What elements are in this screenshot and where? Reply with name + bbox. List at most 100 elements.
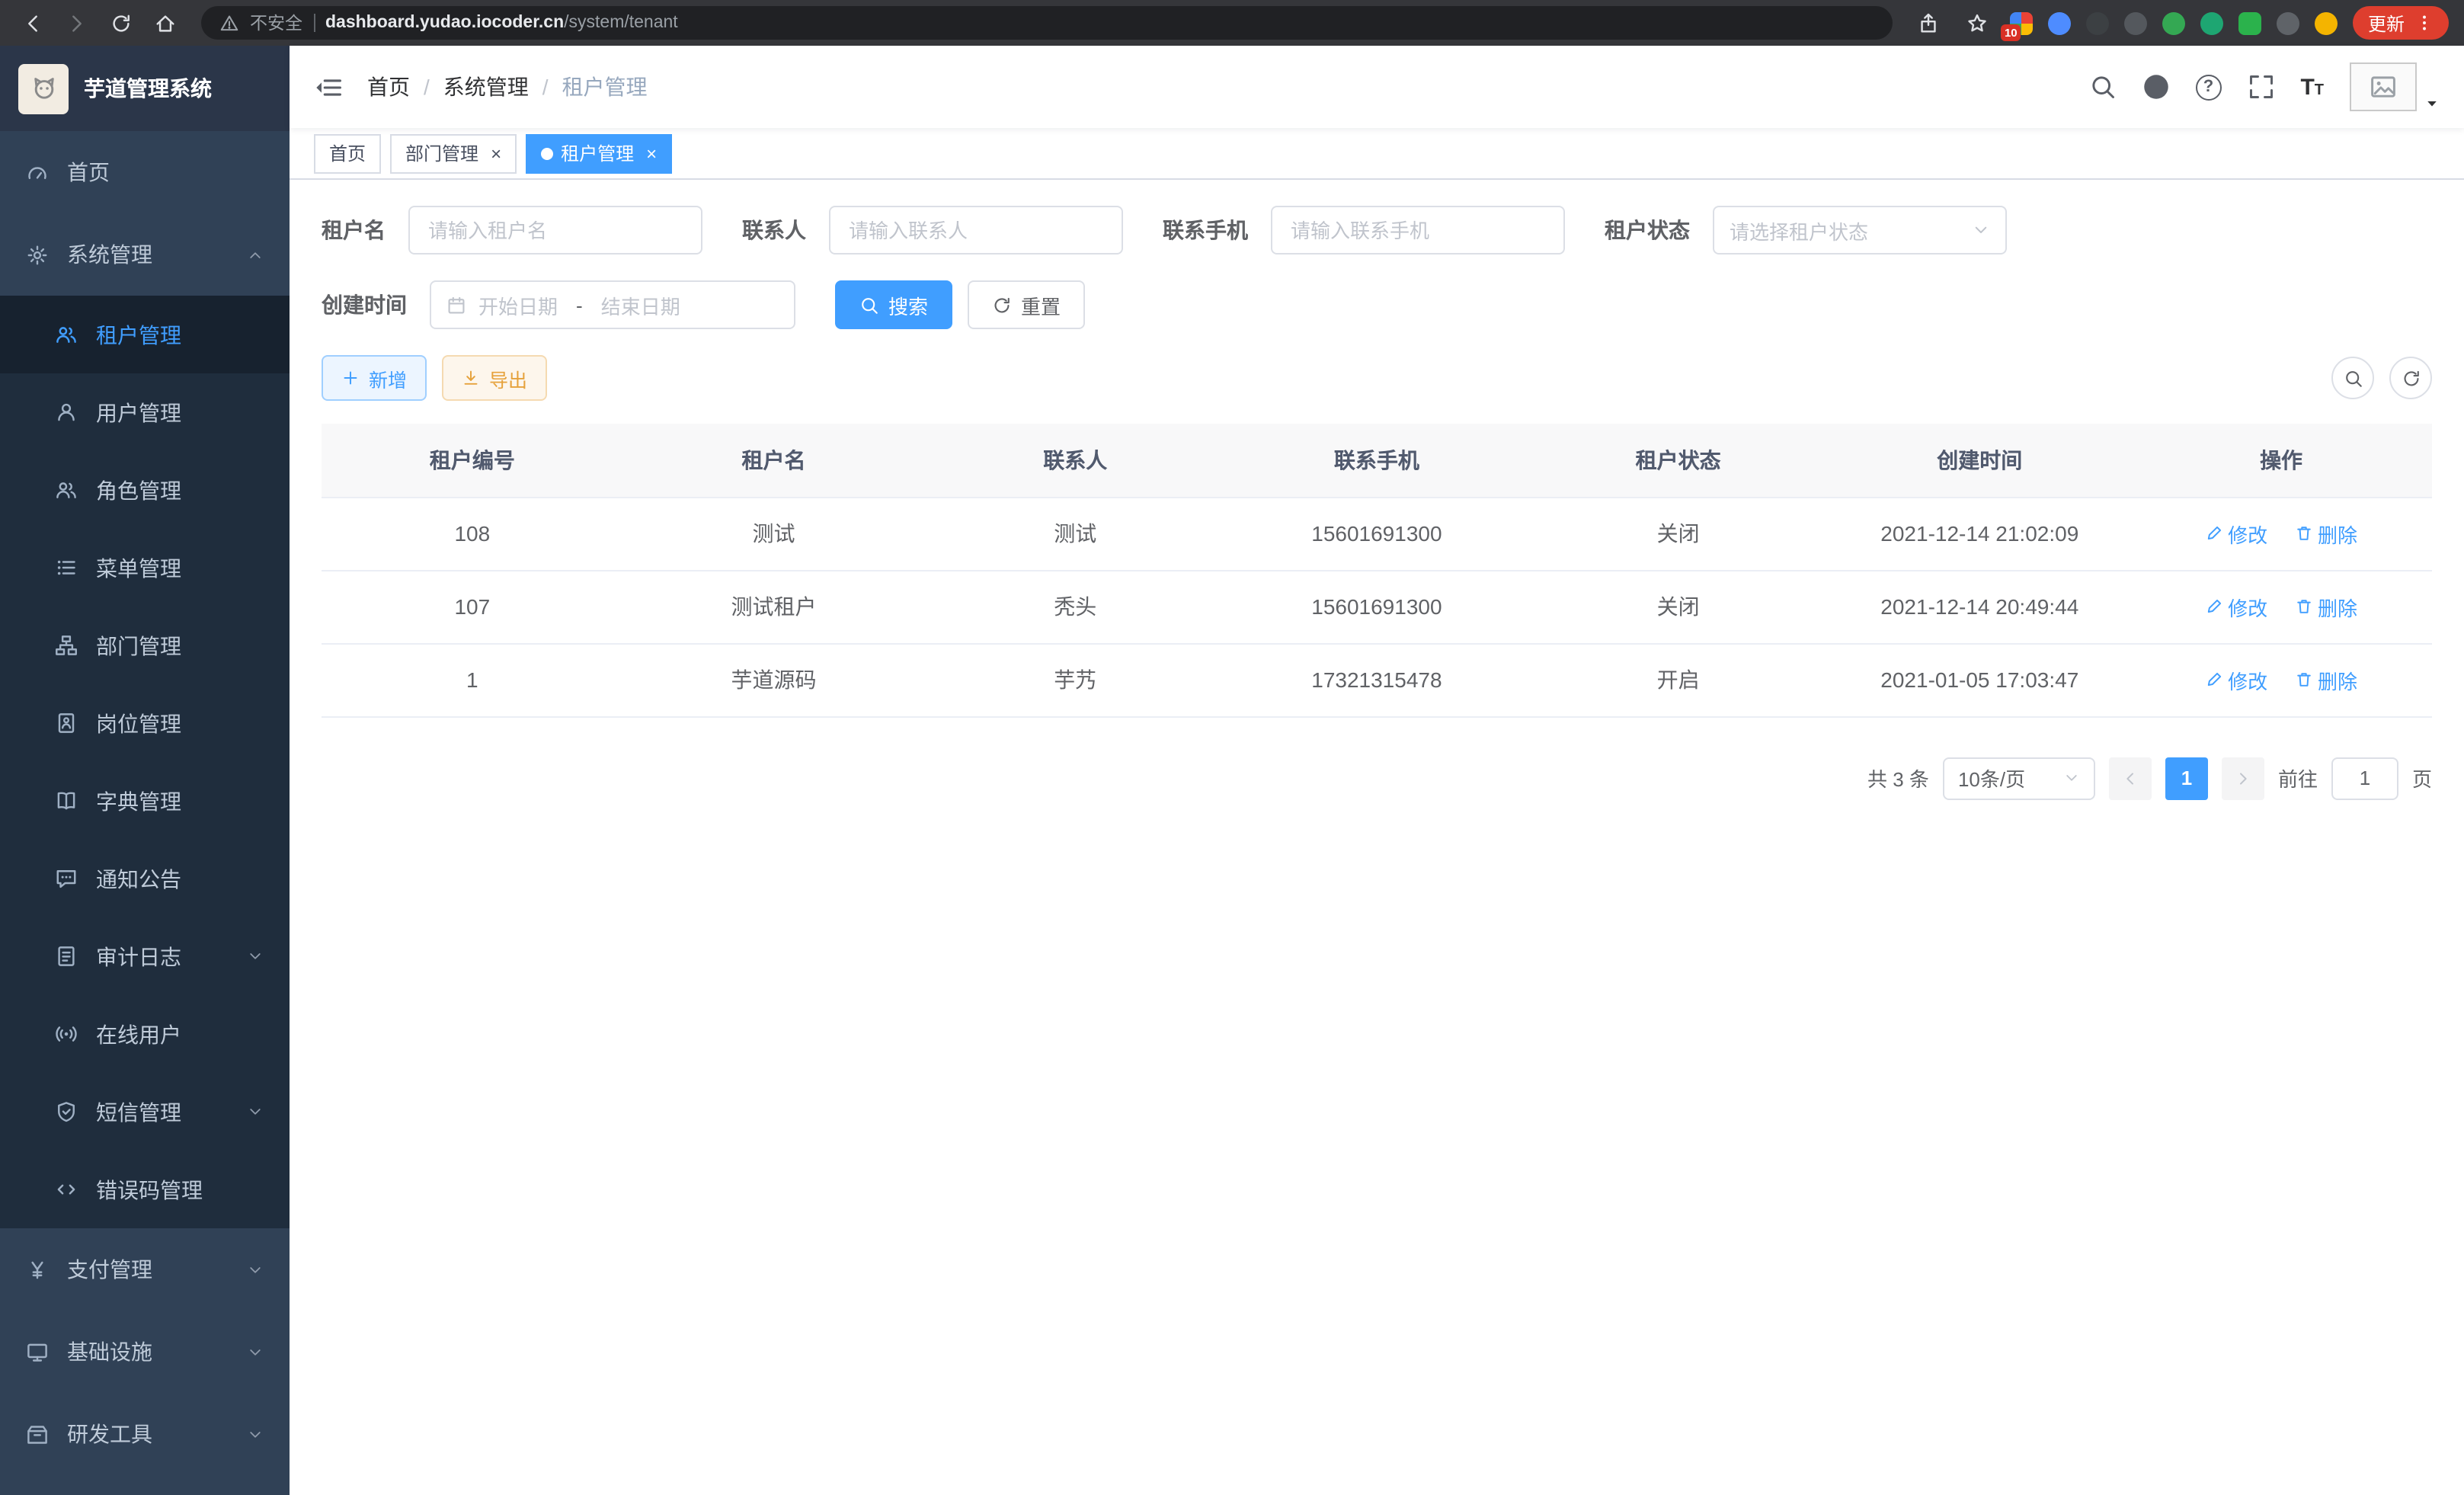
filter-status: 租户状态 请选择租户状态 — [1605, 206, 2007, 255]
filter-label: 联系人 — [742, 215, 806, 245]
sidebar-item-post[interactable]: 岗位管理 — [0, 684, 290, 762]
sidebar-item-system[interactable]: 系统管理 — [0, 213, 290, 296]
sidebar-item-dict[interactable]: 字典管理 — [0, 762, 290, 840]
prev-page-button[interactable] — [2109, 757, 2152, 799]
extension-icon-3[interactable] — [2086, 11, 2109, 34]
tab-home[interactable]: 首页 — [314, 133, 381, 173]
reload-icon — [109, 11, 132, 34]
bookmark-button[interactable] — [1961, 6, 1995, 40]
date-end-placeholder: 结束日期 — [601, 290, 680, 319]
font-size-icon[interactable]: TT — [2300, 74, 2324, 100]
sidebar-item-home[interactable]: 首页 — [0, 131, 290, 213]
extension-icon-2[interactable] — [2048, 11, 2071, 34]
edit-icon — [2205, 671, 2223, 689]
sidebar-item-infra[interactable]: 基础设施 — [0, 1311, 290, 1393]
user-icon — [55, 401, 78, 424]
sidebar-item-dept[interactable]: 部门管理 — [0, 607, 290, 684]
extension-icon-8[interactable] — [2277, 11, 2299, 34]
tenant-name-input[interactable] — [408, 206, 702, 255]
caret-down-icon[interactable] — [2424, 96, 2440, 111]
close-icon[interactable]: × — [646, 142, 657, 164]
add-button[interactable]: 新增 — [322, 355, 427, 401]
sidebar-item-tenant[interactable]: 租户管理 — [0, 296, 290, 373]
trash-icon — [2295, 671, 2313, 689]
col-tenant-name: 租户名 — [623, 424, 925, 497]
col-actions: 操作 — [2130, 424, 2432, 497]
sidebar-item-menu[interactable]: 菜单管理 — [0, 529, 290, 607]
edit-button[interactable]: 修改 — [2205, 665, 2267, 694]
next-page-button[interactable] — [2222, 757, 2264, 799]
role-users-icon — [55, 479, 78, 501]
breadcrumb-home[interactable]: 首页 — [367, 72, 410, 102]
sidebar-item-user[interactable]: 用户管理 — [0, 373, 290, 451]
forward-button[interactable] — [59, 6, 93, 40]
sidebar-item-payment[interactable]: 支付管理 — [0, 1228, 290, 1311]
toolbar-right — [2331, 357, 2432, 399]
extension-icon-4[interactable] — [2124, 11, 2147, 34]
refresh-table-button[interactable] — [2389, 357, 2432, 399]
page-size-select[interactable]: 10条/页 — [1943, 757, 2095, 799]
status-select[interactable]: 请选择租户状态 — [1713, 206, 2007, 255]
avatar[interactable] — [2350, 62, 2417, 111]
search-button[interactable]: 搜索 — [835, 280, 952, 329]
sidebar-item-label: 字典管理 — [96, 786, 181, 816]
back-icon — [21, 11, 43, 34]
extension-icon-6[interactable] — [2200, 11, 2223, 34]
address-bar[interactable]: 不安全 dashboard.yudao.iocoder.cn/system/te… — [201, 6, 1893, 40]
date-range-picker[interactable]: 开始日期 - 结束日期 — [430, 280, 795, 329]
edit-button[interactable]: 修改 — [2205, 519, 2267, 548]
edit-button[interactable]: 修改 — [2205, 592, 2267, 621]
delete-button[interactable]: 删除 — [2295, 592, 2357, 621]
back-button[interactable] — [15, 6, 49, 40]
phone-input[interactable] — [1271, 206, 1565, 255]
delete-button[interactable]: 删除 — [2295, 665, 2357, 694]
sidebar-item-error-code[interactable]: 错误码管理 — [0, 1151, 290, 1228]
extension-icon-7[interactable] — [2238, 11, 2261, 34]
share-icon — [1918, 11, 1941, 34]
contact-input[interactable] — [829, 206, 1123, 255]
sidebar-item-sms[interactable]: 短信管理 — [0, 1073, 290, 1151]
security-label: 不安全 — [250, 11, 302, 35]
chevron-left-icon — [2121, 769, 2139, 787]
github-icon[interactable] — [2142, 73, 2169, 101]
user-menu[interactable] — [2350, 62, 2440, 111]
cell-phone: 17321315478 — [1226, 643, 1528, 716]
page-button-1[interactable]: 1 — [2165, 757, 2208, 799]
app-title: 芋道管理系统 — [84, 73, 212, 104]
table-body: 108 测试 测试 15601691300 关闭 2021-12-14 21:0… — [322, 497, 2432, 716]
chevron-down-icon — [247, 948, 264, 965]
sidebar-item-devtools[interactable]: 研发工具 — [0, 1393, 290, 1475]
toggle-search-button[interactable] — [2331, 357, 2374, 399]
collapse-sidebar-icon[interactable] — [314, 72, 343, 101]
export-button[interactable]: 导出 — [442, 355, 547, 401]
tab-dept[interactable]: 部门管理 × — [390, 133, 517, 173]
goto-page-input[interactable] — [2331, 757, 2398, 799]
filter-phone: 联系手机 — [1163, 206, 1565, 255]
search-icon[interactable] — [2088, 73, 2116, 101]
sidebar-item-audit-log[interactable]: 审计日志 — [0, 917, 290, 995]
chevron-right-icon — [2234, 769, 2252, 787]
sidebar-item-label: 岗位管理 — [96, 708, 181, 738]
filter-row-2: 创建时间 开始日期 - 结束日期 搜索 重置 — [322, 280, 2432, 329]
sidebar-item-role[interactable]: 角色管理 — [0, 451, 290, 529]
reset-button[interactable]: 重置 — [968, 280, 1085, 329]
cell-actions: 修改 删除 — [2130, 570, 2432, 643]
sidebar-item-online-user[interactable]: 在线用户 — [0, 995, 290, 1073]
extension-icon-1[interactable]: 10 — [2010, 11, 2033, 34]
close-icon[interactable]: × — [491, 142, 501, 164]
page-content: 租户名 联系人 联系手机 租户状态 请选择租户状态 — [290, 180, 2464, 1495]
page-unit-label: 页 — [2412, 764, 2432, 792]
delete-button[interactable]: 删除 — [2295, 519, 2357, 548]
help-icon[interactable]: ? — [2195, 74, 2221, 100]
extension-icon-9[interactable] — [2315, 11, 2338, 34]
breadcrumb-system[interactable]: 系统管理 — [443, 72, 529, 102]
extension-icon-5[interactable] — [2162, 11, 2185, 34]
reload-button[interactable] — [104, 6, 137, 40]
share-button[interactable] — [1912, 6, 1946, 40]
sidebar-item-notice[interactable]: 通知公告 — [0, 840, 290, 917]
browser-menu-icon — [2415, 14, 2434, 32]
home-button[interactable] — [148, 6, 181, 40]
browser-update-button[interactable]: 更新 — [2353, 6, 2449, 40]
tab-tenant[interactable]: 租户管理 × — [526, 133, 672, 173]
fullscreen-icon[interactable] — [2247, 73, 2274, 101]
